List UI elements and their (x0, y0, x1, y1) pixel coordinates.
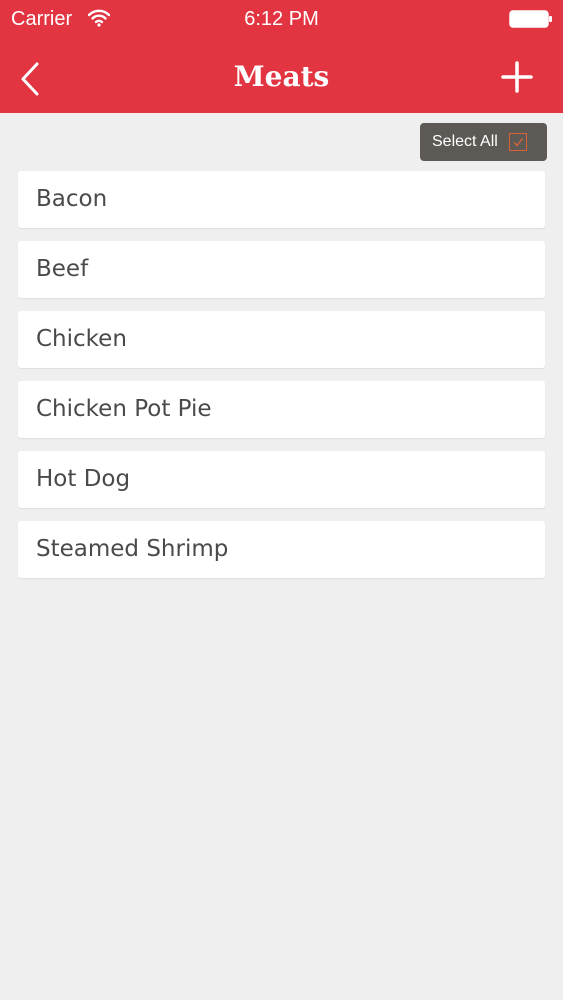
list-item-label: Hot Dog (36, 466, 131, 492)
select-all-label: Select All (432, 133, 498, 150)
status-time: 6:12 PM (244, 8, 319, 30)
header: Carrier 6:12 PM Meats (0, 0, 563, 113)
meat-list: Bacon Beef Chicken Chicken Pot Pie Hot D… (18, 171, 545, 591)
list-item-steamed-shrimp[interactable]: Steamed Shrimp (18, 521, 545, 578)
status-bar: Carrier 6:12 PM (0, 0, 563, 38)
select-all-checkbox[interactable] (509, 133, 527, 151)
list-item-hot-dog[interactable]: Hot Dog (18, 451, 545, 508)
select-all-button[interactable]: Select All (420, 123, 547, 161)
add-button[interactable] (494, 54, 540, 100)
page-title: Meats (233, 60, 330, 93)
list-item-label: Chicken (36, 326, 127, 352)
list-item-label: Beef (36, 256, 89, 282)
list-item-label: Chicken Pot Pie (36, 396, 212, 422)
checkmark-icon (513, 138, 524, 147)
list-item-beef[interactable]: Beef (18, 241, 545, 298)
list-item-chicken-pot-pie[interactable]: Chicken Pot Pie (18, 381, 545, 438)
plus-icon (501, 61, 533, 93)
list-item-bacon[interactable]: Bacon (18, 171, 545, 228)
list-item-label: Steamed Shrimp (36, 536, 229, 562)
list-item-chicken[interactable]: Chicken (18, 311, 545, 368)
nav-bar: Meats (0, 44, 563, 113)
list-item-label: Bacon (36, 186, 108, 212)
battery-icon (509, 10, 552, 28)
